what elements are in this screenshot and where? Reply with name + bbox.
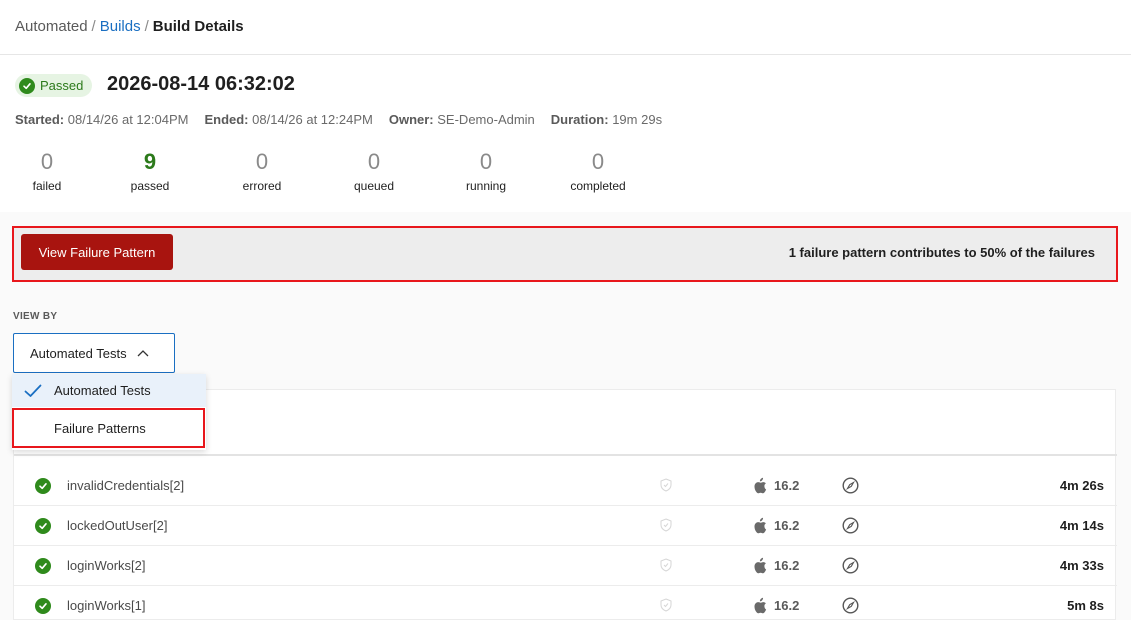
meta-label: Started:	[15, 112, 65, 127]
stat-label: queued	[353, 179, 395, 193]
meta-value: 19m 29s	[612, 112, 663, 127]
build-stats: 0 failed 9 passed 0 errored 0 queued 0 runnin…	[0, 148, 654, 193]
view-by-select[interactable]: Automated Tests	[13, 333, 175, 373]
compass-icon	[842, 557, 859, 579]
compass-icon	[842, 517, 859, 539]
breadcrumb-automated[interactable]: Automated	[15, 18, 88, 35]
view-by-label: VIEW BY	[13, 311, 58, 322]
build-meta: Started: 08/14/26 at 12:04PM Ended: 08/1…	[15, 112, 678, 127]
check-circle-icon	[35, 558, 51, 574]
stat-running: 0 running	[430, 148, 542, 193]
meta-label: Ended:	[204, 112, 249, 127]
test-name[interactable]: invalidCredentials[2]	[67, 478, 184, 493]
os-version: 16.2	[774, 518, 800, 533]
shield-icon	[660, 558, 672, 577]
apple-icon	[752, 557, 767, 579]
dropdown-option-automated-tests[interactable]: Automated Tests	[12, 374, 206, 407]
view-by-dropdown: Automated Tests Failure Patterns	[12, 374, 206, 450]
table-row[interactable]: loginWorks[1] 16.2 5m 8s	[14, 586, 1117, 620]
breadcrumb-separator: /	[91, 18, 96, 35]
stat-label: passed	[130, 179, 170, 193]
stat-errored: 0 errored	[206, 148, 318, 193]
os-version: 16.2	[774, 598, 800, 613]
apple-icon	[752, 517, 767, 539]
stat-number: 0	[367, 149, 381, 174]
meta-value: 08/14/26 at 12:24PM	[252, 112, 373, 127]
breadcrumb-separator: /	[144, 18, 149, 35]
status-badge: Passed	[15, 74, 93, 97]
stat-passed: 9 passed	[94, 148, 206, 193]
stat-label: running	[465, 179, 507, 193]
test-name[interactable]: loginWorks[2]	[67, 558, 146, 573]
meta-value: 08/14/26 at 12:04PM	[67, 112, 189, 127]
check-circle-icon	[35, 598, 51, 614]
check-circle-icon	[35, 518, 51, 534]
meta-owner: Owner: SE-Demo-Admin	[389, 112, 535, 127]
page-title: 2026-08-14 06:32:02	[107, 73, 295, 95]
apple-icon	[752, 597, 767, 619]
panel-divider	[14, 454, 1117, 456]
os-version: 16.2	[774, 478, 800, 493]
view-by-selected-value: Automated Tests	[30, 345, 127, 361]
header-divider	[0, 54, 1131, 55]
check-circle-icon	[19, 77, 35, 94]
test-name[interactable]: lockedOutUser[2]	[67, 518, 167, 533]
apple-icon	[752, 477, 767, 499]
shield-icon	[660, 478, 672, 497]
breadcrumb-builds-link[interactable]: Builds	[100, 18, 141, 35]
view-failure-pattern-button[interactable]: View Failure Pattern	[21, 234, 173, 270]
dropdown-option-label: Automated Tests	[54, 383, 151, 398]
check-icon	[12, 384, 54, 398]
stat-label: failed	[32, 179, 62, 193]
stat-number: 0	[255, 149, 269, 174]
table-row[interactable]: loginWorks[2] 16.2 4m 33s	[14, 546, 1117, 586]
meta-label: Duration:	[550, 112, 609, 127]
breadcrumb-current: Build Details	[152, 18, 244, 35]
stat-number: 9	[143, 149, 157, 174]
compass-icon	[842, 477, 859, 499]
failure-pattern-banner: View Failure Pattern 1 failure pattern c…	[12, 226, 1118, 282]
test-duration: 4m 26s	[1059, 478, 1104, 493]
stat-number: 0	[40, 149, 54, 174]
test-duration: 4m 33s	[1059, 558, 1104, 573]
meta-duration: Duration: 19m 29s	[551, 112, 662, 127]
shield-icon	[660, 518, 672, 537]
test-name[interactable]: loginWorks[1]	[67, 598, 146, 613]
stat-failed: 0 failed	[0, 148, 94, 193]
table-row[interactable]: lockedOutUser[2] 16.2 4m 14s	[14, 506, 1117, 546]
meta-label: Owner:	[388, 112, 434, 127]
failure-pattern-message: 1 failure pattern contributes to 50% of …	[788, 245, 1095, 260]
meta-ended: Ended: 08/14/26 at 12:24PM	[204, 112, 372, 127]
compass-icon	[842, 597, 859, 619]
table-row[interactable]: invalidCredentials[2] 16.2 4m 26s	[14, 466, 1117, 506]
status-text: Passed	[40, 78, 84, 93]
meta-value: SE-Demo-Admin	[437, 112, 535, 127]
stat-completed: 0 completed	[542, 148, 654, 193]
stat-label: errored	[242, 179, 282, 193]
test-duration: 4m 14s	[1059, 518, 1104, 533]
os-version: 16.2	[774, 558, 800, 573]
stat-number: 0	[591, 149, 605, 174]
check-circle-icon	[35, 478, 51, 494]
chevron-up-icon	[137, 349, 149, 357]
stat-queued: 0 queued	[318, 148, 430, 193]
stat-number: 0	[479, 149, 493, 174]
meta-started: Started: 08/14/26 at 12:04PM	[15, 112, 188, 127]
breadcrumb: Automated / Builds / Build Details	[15, 17, 244, 37]
shield-icon	[660, 598, 672, 617]
stat-label: completed	[570, 179, 626, 193]
dropdown-option-failure-patterns[interactable]: Failure Patterns	[12, 408, 205, 448]
dropdown-option-label: Failure Patterns	[54, 420, 146, 436]
test-duration: 5m 8s	[1067, 598, 1104, 613]
